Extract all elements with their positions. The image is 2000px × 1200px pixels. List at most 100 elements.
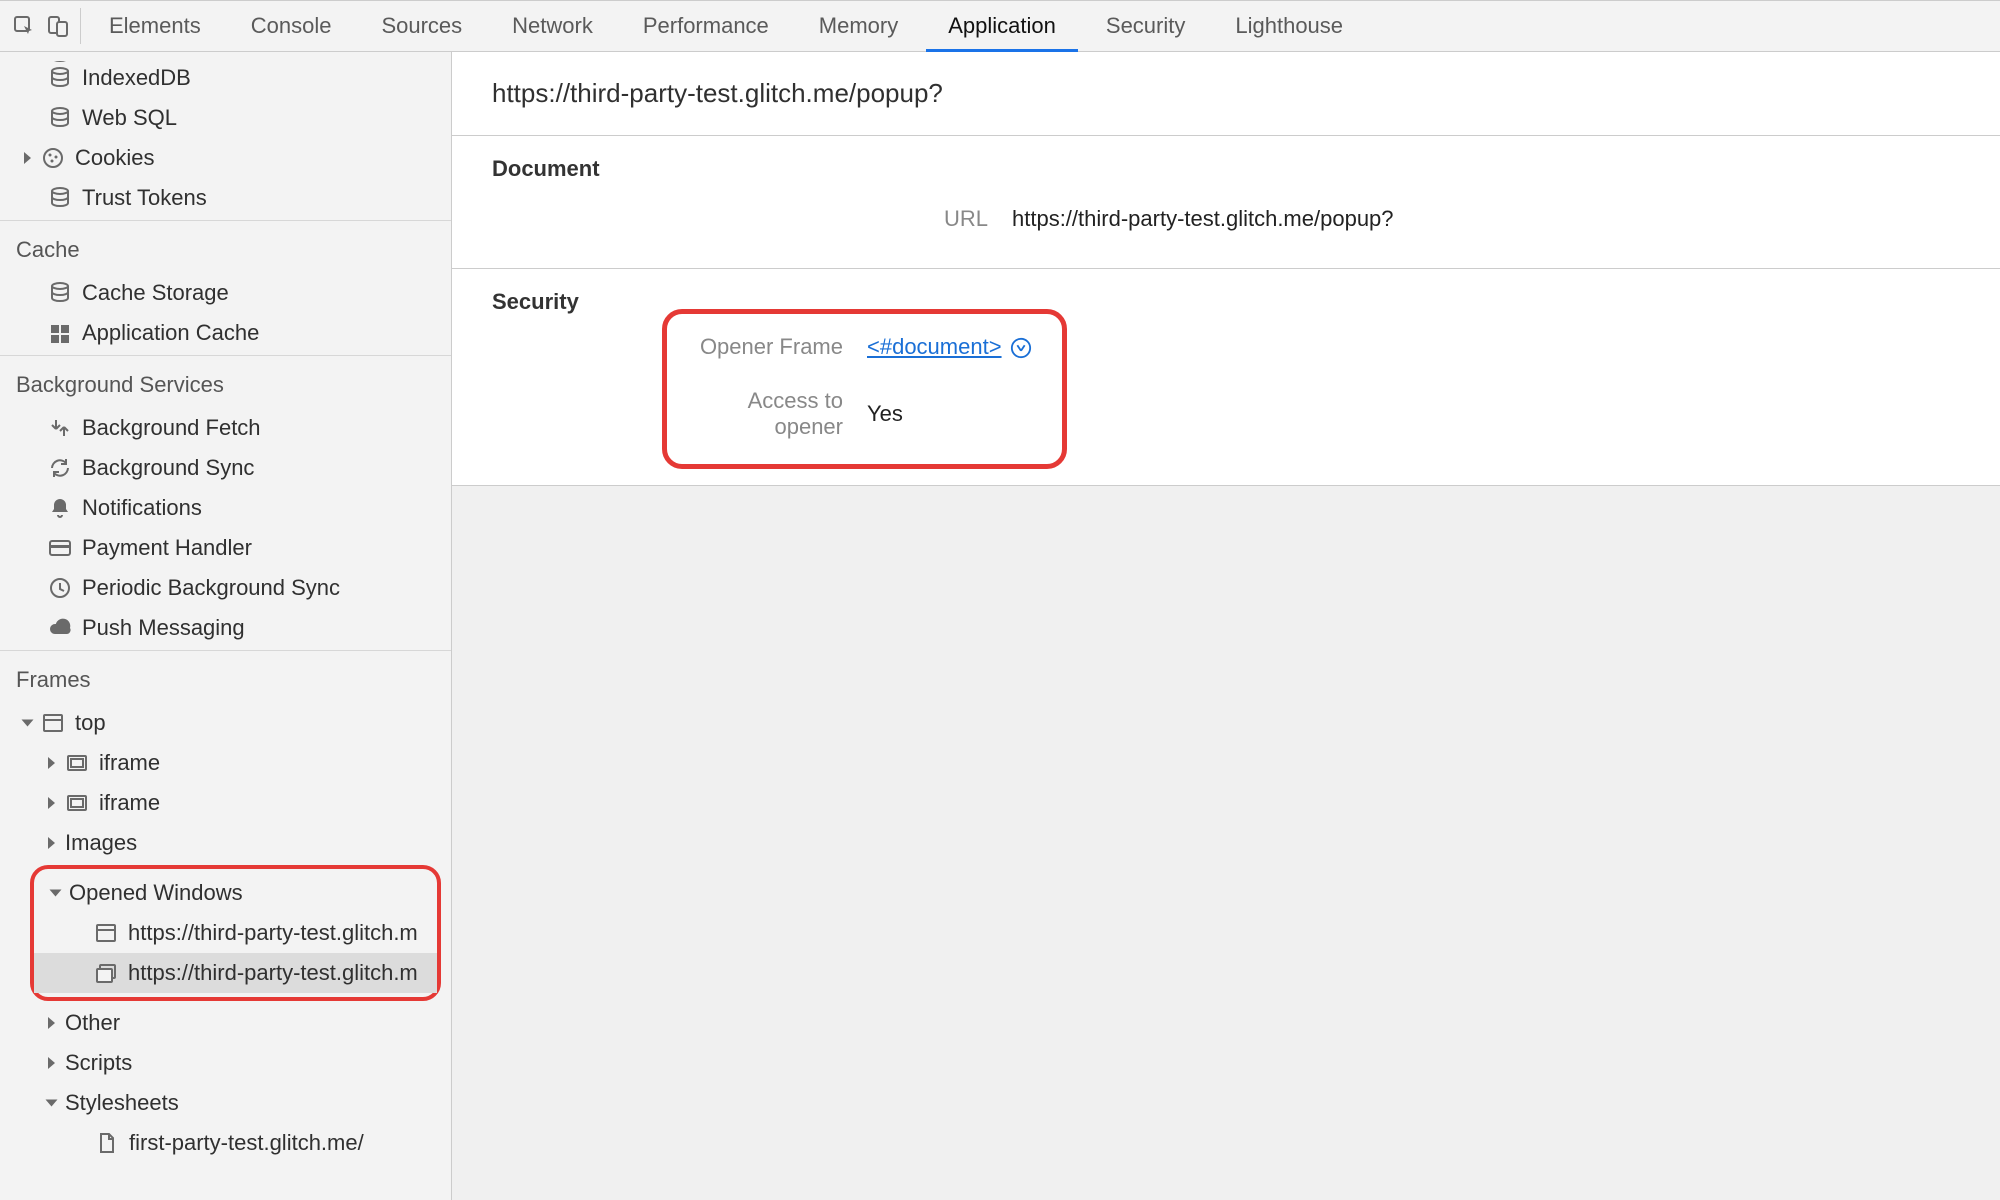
sync-icon [48, 456, 72, 480]
sidebar-label: https://third-party-test.glitch.m [128, 960, 418, 986]
expand-icon[interactable] [48, 1017, 55, 1029]
collapse-icon[interactable] [22, 720, 34, 727]
link-opener-frame[interactable]: <#document> [867, 334, 1002, 359]
sidebar-section-frames: Frames [0, 657, 451, 703]
expand-icon[interactable] [48, 1057, 55, 1069]
sidebar-item-periodic[interactable]: Periodic Background Sync [0, 568, 451, 608]
highlight-box-opened-windows: Opened Windows https://third-party-test.… [30, 865, 441, 1001]
sidebar-item-cookies[interactable]: Cookies [0, 138, 451, 178]
tabbar-tool-icons [12, 8, 81, 44]
frame-detail-panel: https://third-party-test.glitch.me/popup… [452, 52, 2000, 1200]
value-access-opener: Yes [867, 401, 903, 427]
sidebar-item-openedwindow[interactable]: https://third-party-test.glitch.m [34, 913, 437, 953]
sidebar-item-top[interactable]: top [0, 703, 451, 743]
tab-elements[interactable]: Elements [87, 0, 223, 52]
expand-icon[interactable] [48, 837, 55, 849]
tab-security[interactable]: Security [1084, 0, 1207, 52]
sidebar-item-bgfetch[interactable]: Background Fetch [0, 408, 451, 448]
tab-application[interactable]: Application [926, 0, 1078, 52]
sidebar-item-other[interactable]: Other [0, 1003, 451, 1043]
tab-lighthouse[interactable]: Lighthouse [1213, 0, 1365, 52]
windows-icon [94, 961, 118, 985]
iframe-icon [65, 751, 89, 775]
sidebar-label: Payment Handler [82, 535, 252, 561]
sidebar-label: Trust Tokens [82, 185, 207, 211]
sidebar-item-trusttokens[interactable]: Trust Tokens [0, 178, 451, 218]
sidebar-label: Notifications [82, 495, 202, 521]
sidebar-item-push[interactable]: Push Messaging [0, 608, 451, 648]
database-icon [48, 66, 72, 90]
sidebar-item-cachestorage[interactable]: Cache Storage [0, 273, 451, 313]
sidebar-item-indexeddb[interactable]: IndexedDB [0, 58, 451, 98]
sidebar-section-bgservices: Background Services [0, 362, 451, 408]
collapse-icon[interactable] [46, 1100, 58, 1107]
application-sidebar: IndexedDB IndexedDB Web SQL Cookies Trus… [0, 52, 452, 1200]
tab-performance[interactable]: Performance [621, 0, 791, 52]
clock-icon [48, 576, 72, 600]
database-icon [48, 60, 72, 62]
collapse-icon[interactable] [50, 890, 62, 897]
sidebar-label: Application Cache [82, 320, 259, 346]
sidebar-item-bgsync[interactable]: Background Sync [0, 448, 451, 488]
expand-icon[interactable] [48, 757, 55, 769]
sidebar-item-websql[interactable]: Web SQL [0, 98, 451, 138]
sidebar-label: IndexedDB [82, 59, 191, 62]
sidebar-item-iframe[interactable]: iframe [0, 783, 451, 823]
section-security: Security Opener Frame <#document> Access… [452, 269, 2000, 486]
cloud-icon [48, 616, 72, 640]
sidebar-item-stylesheets[interactable]: Stylesheets [0, 1083, 451, 1123]
inspect-icon[interactable] [12, 14, 36, 38]
bell-icon [48, 496, 72, 520]
tab-sources[interactable]: Sources [359, 0, 484, 52]
tab-memory[interactable]: Memory [797, 0, 920, 52]
expand-icon[interactable] [24, 152, 31, 164]
reveal-element-icon[interactable] [1008, 334, 1032, 359]
file-icon [95, 1131, 119, 1155]
sidebar-item-appcache[interactable]: Application Cache [0, 313, 451, 353]
sidebar-section-cache: Cache [0, 227, 451, 273]
sidebar-item-images[interactable]: Images [0, 823, 451, 863]
sidebar-label: Background Fetch [82, 415, 261, 441]
sidebar-label: Images [65, 830, 137, 856]
database-icon [48, 106, 72, 130]
sidebar-label: Push Messaging [82, 615, 245, 641]
window-icon [94, 921, 118, 945]
window-icon [41, 711, 65, 735]
sidebar-label: Background Sync [82, 455, 254, 481]
sidebar-label: Opened Windows [69, 880, 243, 906]
sidebar-label: Web SQL [82, 105, 177, 131]
sidebar-item-notifications[interactable]: Notifications [0, 488, 451, 528]
sidebar-label: iframe [99, 790, 160, 816]
devtools-tabbar: Elements Console Sources Network Perform… [0, 0, 2000, 52]
expand-icon[interactable] [48, 797, 55, 809]
sidebar-label: iframe [99, 750, 160, 776]
highlight-box-opener: Opener Frame <#document> Access to opene… [662, 309, 1067, 469]
cookies-icon [41, 146, 65, 170]
iframe-icon [65, 791, 89, 815]
appcache-icon [48, 321, 72, 345]
sidebar-item-openedwindow-selected[interactable]: https://third-party-test.glitch.m [34, 953, 437, 993]
sidebar-label: Scripts [65, 1050, 132, 1076]
sidebar-label: top [75, 710, 106, 736]
label-url: URL [492, 206, 1012, 232]
frame-detail-title: https://third-party-test.glitch.me/popup… [452, 52, 2000, 136]
sidebar-item-openedwindows[interactable]: Opened Windows [34, 873, 437, 913]
sidebar-label: Periodic Background Sync [82, 575, 340, 601]
fetch-icon [48, 416, 72, 440]
sidebar-item-payment[interactable]: Payment Handler [0, 528, 451, 568]
sidebar-item-iframe[interactable]: iframe [0, 743, 451, 783]
value-url: https://third-party-test.glitch.me/popup… [1012, 206, 1394, 232]
sidebar-item-scripts[interactable]: Scripts [0, 1043, 451, 1083]
sidebar-label: IndexedDB [82, 65, 191, 91]
sidebar-item-stylesheet-file[interactable]: first-party-test.glitch.me/ [0, 1123, 451, 1163]
tab-console[interactable]: Console [229, 0, 354, 52]
device-toggle-icon[interactable] [46, 14, 70, 38]
section-document: Document URL https://third-party-test.gl… [452, 136, 2000, 269]
sidebar-label: https://third-party-test.glitch.m [128, 920, 418, 946]
label-opener-frame: Opener Frame [677, 334, 867, 360]
sidebar-label: Other [65, 1010, 120, 1036]
tab-network[interactable]: Network [490, 0, 615, 52]
sidebar-label: Cookies [75, 145, 154, 171]
creditcard-icon [48, 536, 72, 560]
database-icon [48, 281, 72, 305]
